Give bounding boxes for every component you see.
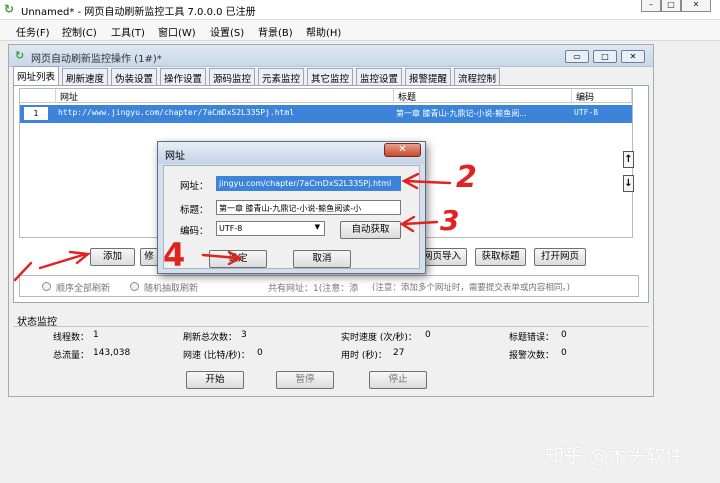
annotation-3: 3 (440, 204, 460, 237)
arrow-3 (399, 215, 439, 233)
annotation-arrows (13, 172, 452, 282)
annotation-2: 2 (456, 160, 477, 195)
annotation-4: 4 (163, 236, 186, 274)
stroke-1 (13, 261, 33, 282)
arrow-4 (201, 250, 243, 266)
annotation-layer (13, 172, 452, 282)
watermark: 知乎 @木头软件 (545, 445, 685, 467)
arrow-2 (401, 172, 452, 190)
arrow-1 (38, 250, 91, 270)
